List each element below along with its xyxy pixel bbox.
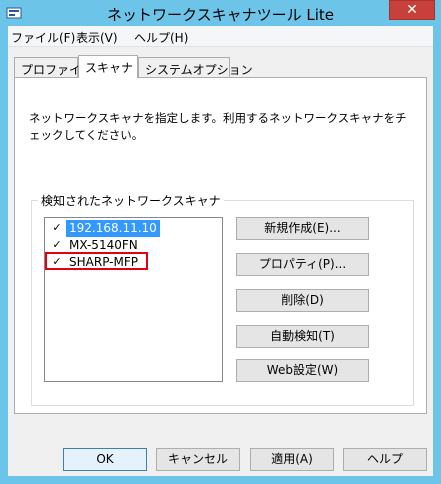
checkbox[interactable]: ✓ xyxy=(51,239,63,251)
scanner-tab-panel: ネットワークスキャナを指定します。利用するネットワークスキャナをチェックしてくだ… xyxy=(14,77,427,414)
new-button[interactable]: 新規作成(E)... xyxy=(236,217,369,240)
close-button[interactable]: ✕ xyxy=(389,0,435,20)
properties-button[interactable]: プロパティ(P)... xyxy=(236,253,369,276)
app-window: ネットワークスキャナツール Lite ✕ ファイル(F) 表示(V) ヘルプ(H… xyxy=(0,0,441,484)
annotation-highlight-box xyxy=(45,252,148,270)
help-button[interactable]: ヘルプ xyxy=(343,448,427,471)
auto-detect-button[interactable]: 自動検知(T) xyxy=(236,325,369,348)
tab-profile[interactable]: プロファイル xyxy=(14,57,93,77)
delete-button[interactable]: 削除(D) xyxy=(236,289,369,312)
checkbox[interactable]: ✓ xyxy=(51,222,63,234)
window-title: ネットワークスキャナツール Lite xyxy=(107,6,334,24)
scanner-list[interactable]: ✓ 192.168.11.10 ✓ MX-5140FN ✓ SHARP-MFP xyxy=(44,217,223,382)
menu-view[interactable]: 表示(V) xyxy=(76,29,118,46)
menu-bar: ファイル(F) 表示(V) ヘルプ(H) xyxy=(8,26,433,47)
description-text: ネットワークスキャナを指定します。利用するネットワークスキャナをチェックしてくだ… xyxy=(29,111,407,142)
menu-help[interactable]: ヘルプ(H) xyxy=(134,29,188,46)
tab-system-options[interactable]: システムオプション xyxy=(138,57,253,77)
tab-scanner[interactable]: スキャナ xyxy=(78,55,138,78)
web-settings-button[interactable]: Web設定(W) xyxy=(236,359,369,382)
dialog-client-area: ファイル(F) 表示(V) ヘルプ(H) プロファイル スキャナ システムオプシ… xyxy=(8,26,433,476)
detected-scanners-group: 検知されたネットワークスキャナ ✓ 192.168.11.10 ✓ MX-514… xyxy=(31,192,414,406)
apply-button[interactable]: 適用(A) xyxy=(250,448,334,471)
ok-button[interactable]: OK xyxy=(63,448,147,471)
title-bar[interactable]: ネットワークスキャナツール Lite ✕ xyxy=(0,0,441,26)
group-label: 検知されたネットワークスキャナ xyxy=(38,192,224,209)
scanner-label: 192.168.11.10 xyxy=(66,220,160,237)
menu-file[interactable]: ファイル(F) xyxy=(11,29,75,46)
cancel-button[interactable]: キャンセル xyxy=(156,448,240,471)
